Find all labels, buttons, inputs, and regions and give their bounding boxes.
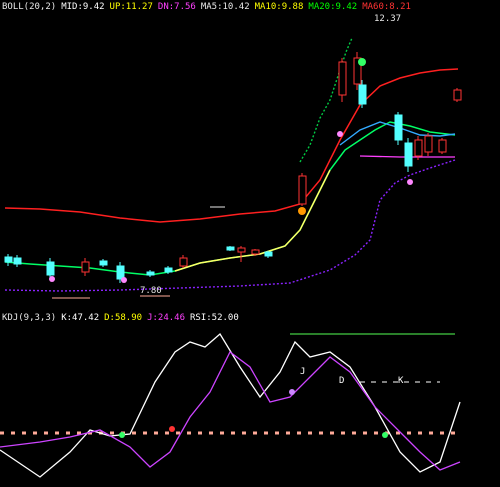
marker-label-k: K [398, 376, 404, 386]
candle-body-5 [116, 265, 125, 280]
oscillator-panel[interactable]: KDJ(9,3,3) K:47.42 D:58.90 J:24.46 RSI:52.00… [0, 312, 500, 487]
candle-body-2 [46, 261, 55, 276]
ma-long-line [4, 68, 459, 223]
ma-mid-highlight [174, 169, 331, 272]
main-chart-panel[interactable]: BOLL(20,2) MID:9.42 UP:11.27 DN:7.56 MA5:10.… [0, 0, 500, 312]
green-signal-marker [119, 432, 125, 438]
lower-band [4, 159, 456, 292]
candle-body-6 [146, 271, 155, 276]
candle-body-13 [298, 175, 307, 205]
oscillator-chart[interactable] [0, 312, 500, 487]
candle-body-21 [438, 139, 447, 153]
candle-body-0 [4, 256, 13, 263]
price-max-label: 12.37 [374, 14, 402, 24]
candle-body-17 [394, 114, 403, 141]
marker-label-d: D [339, 376, 345, 386]
candle-body-10 [237, 247, 246, 253]
candle-body-8 [179, 257, 188, 267]
k-line [0, 333, 461, 478]
candle-body-3 [81, 261, 90, 273]
ma-mid-line [4, 121, 456, 276]
marker-label-j: J [300, 367, 306, 377]
pink-marker-2 [407, 179, 413, 185]
candle-body-16 [358, 84, 367, 105]
pink-marker-4 [121, 277, 127, 283]
price-chart[interactable] [0, 0, 500, 312]
candle-body-12 [264, 251, 273, 257]
candle-body-18 [404, 142, 413, 167]
pink-marker-3 [49, 276, 55, 282]
candle-body-11 [251, 249, 260, 255]
candle-body-7 [164, 267, 173, 273]
upper-band [299, 37, 353, 163]
candle-body-4 [99, 260, 108, 266]
candle-body-14 [338, 61, 347, 96]
peak-marker [358, 58, 366, 66]
pink-marker-1 [337, 131, 343, 137]
violet-signal-marker [289, 389, 295, 395]
candle-body-19 [414, 139, 423, 157]
candle-body-9 [226, 246, 235, 251]
green-signal-marker-2 [382, 432, 388, 438]
buy-signal-marker [298, 207, 306, 215]
candle-body-22 [453, 89, 462, 101]
candle-body-20 [424, 135, 433, 153]
red-signal-marker [169, 426, 175, 432]
candle-body-1 [13, 257, 22, 265]
price-min-label: 7.80 [140, 286, 162, 296]
